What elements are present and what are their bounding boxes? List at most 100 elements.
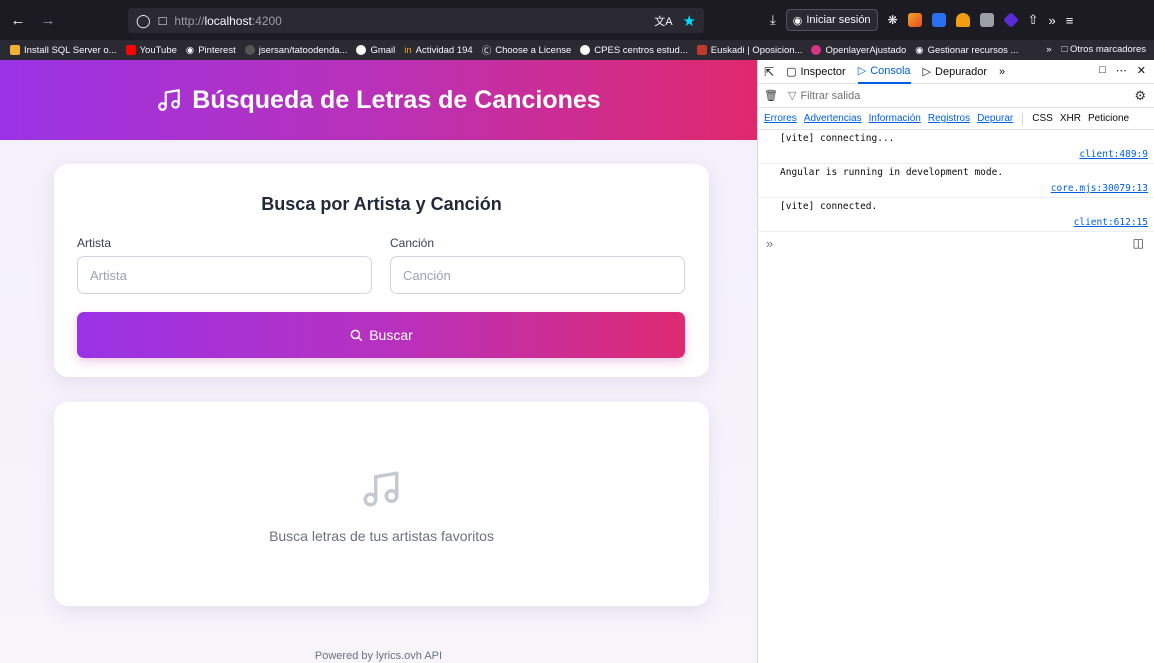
- extension-icon[interactable]: ❋: [888, 13, 898, 27]
- console-filter-bar: 🗑 ▽ Filtrar salida ⚙: [758, 84, 1154, 108]
- bookmark-star-icon[interactable]: ★: [683, 12, 696, 30]
- bookmarks-bar: Install SQL Server o... YouTube ◉ Pintere…: [0, 40, 1154, 60]
- music-note-icon: [363, 471, 399, 507]
- search-button[interactable]: Buscar: [77, 312, 685, 358]
- log-message: Angular is running in development mode.: [780, 167, 1004, 178]
- filter-info[interactable]: Información: [869, 113, 921, 124]
- search-card: Busca por Artista y Canción Artista Canc…: [54, 164, 709, 377]
- extension-grid-icon[interactable]: [979, 13, 994, 27]
- search-button-label: Buscar: [369, 327, 413, 343]
- youtube-icon: [125, 45, 136, 55]
- filter-icon: ▽: [787, 90, 797, 102]
- filter-logs[interactable]: Registros: [928, 113, 970, 124]
- split-console-icon[interactable]: ◫: [1133, 236, 1144, 250]
- more-options-icon[interactable]: ⋯: [1116, 64, 1127, 77]
- browser-toolbar: ← → ◯ □ http://localhost:4200 文A ★ ⤓ ◉ In…: [0, 0, 1154, 40]
- bookmark-gestionar[interactable]: ◉ Gestionar recursos ...: [915, 45, 1018, 56]
- share-icon[interactable]: ⇧: [1028, 12, 1039, 28]
- log-source-link[interactable]: core.mjs:30079:13: [1051, 183, 1148, 194]
- footer: Powered by lyrics.ovh API: [314, 650, 443, 662]
- gear-icon[interactable]: ⚙: [1134, 88, 1146, 104]
- bookmark-cpes[interactable]: CPES centros estud...: [580, 45, 688, 56]
- page-icon: □: [158, 13, 167, 28]
- debugger-icon: ▷: [922, 66, 932, 78]
- devtools-panel: ⇱ ▢ Inspector ▷ Consola ▷ Depurador » □ ⋯ ✕…: [757, 60, 1154, 663]
- filter-requests[interactable]: Peticione: [1088, 113, 1129, 124]
- filter-warnings[interactable]: Advertencias: [804, 113, 862, 124]
- empty-state-card: Busca letras de tus artistas favoritos: [54, 402, 709, 606]
- app-page: Búsqueda de Letras de Canciones Busca po…: [0, 60, 757, 663]
- euskadi-icon: [696, 45, 707, 55]
- signin-button[interactable]: ◉ Iniciar sesión: [785, 9, 878, 31]
- bookmark-gmail[interactable]: Gmail: [356, 45, 395, 56]
- google-icon: [580, 45, 591, 55]
- log-source-link[interactable]: client:612:15: [1074, 217, 1148, 228]
- log-message: [vite] connecting...: [780, 133, 895, 144]
- url-bar[interactable]: ◯ □ http://localhost:4200 文A ★: [128, 8, 704, 33]
- divider: [1022, 112, 1024, 125]
- tab-debugger[interactable]: ▷ Depurador: [923, 60, 987, 84]
- bookmark-pinterest[interactable]: ◉ Pinterest: [186, 45, 236, 56]
- extension-blue-icon[interactable]: [931, 13, 946, 27]
- element-picker-icon[interactable]: ⇱: [764, 65, 774, 79]
- app-header: Búsqueda de Letras de Canciones: [0, 60, 757, 140]
- menu-icon[interactable]: ≡: [1066, 13, 1074, 28]
- filter-debug[interactable]: Depurar: [977, 113, 1013, 124]
- shield-icon[interactable]: ◯: [136, 13, 151, 29]
- bookmark-openlayer[interactable]: OpenlayerAjustado: [811, 45, 906, 56]
- filter-input[interactable]: Filtrar salida: [800, 90, 860, 102]
- bookmark-sqlserver[interactable]: Install SQL Server o...: [10, 45, 117, 56]
- cc-icon: Ⓒ: [481, 46, 492, 57]
- bookmark-license[interactable]: Ⓒ Choose a License: [481, 43, 572, 58]
- forward-icon[interactable]: →: [36, 8, 60, 32]
- filter-errors[interactable]: Errores: [764, 113, 797, 124]
- back-icon[interactable]: ←: [6, 8, 30, 32]
- song-input[interactable]: [390, 256, 685, 294]
- artist-label: Artista: [77, 236, 112, 250]
- sqlserver-icon: [10, 45, 20, 55]
- bookmarks-overflow-icon[interactable]: »: [1046, 44, 1051, 55]
- search-card-title: Busca por Artista y Canción: [261, 194, 502, 214]
- log-message: [vite] connected.: [780, 201, 878, 212]
- account-icon: ◉: [792, 14, 803, 27]
- folder-icon: □: [1061, 44, 1068, 55]
- inspector-icon: ▢: [786, 66, 797, 78]
- app-title: Búsqueda de Letras de Canciones: [192, 85, 601, 114]
- devtools-tabs: ⇱ ▢ Inspector ▷ Consola ▷ Depurador » □ ⋯ ✕: [758, 60, 1154, 84]
- search-icon: [350, 329, 363, 341]
- bookmark-actividad[interactable]: in Actividad 194: [404, 45, 472, 56]
- extension-chess-icon[interactable]: [955, 13, 970, 27]
- close-devtools-icon[interactable]: ✕: [1137, 64, 1146, 77]
- overflow-icon[interactable]: »: [1049, 13, 1056, 28]
- console-log-row: [vite] connected. client:612:15: [758, 198, 1154, 232]
- empty-state-text: Busca letras de tus artistas favoritos: [269, 528, 494, 544]
- translate-icon[interactable]: 文A: [654, 13, 672, 29]
- filter-xhr[interactable]: XHR: [1060, 113, 1081, 124]
- log-source-link[interactable]: client:489:9: [1079, 149, 1148, 160]
- google-icon: [356, 45, 367, 55]
- extension-ruler-icon[interactable]: [907, 13, 922, 27]
- url-text[interactable]: http://localhost:4200: [174, 14, 281, 28]
- openlayer-icon: [811, 45, 822, 55]
- github-icon: [244, 45, 255, 55]
- tab-inspector[interactable]: ▢ Inspector: [786, 60, 846, 84]
- filter-css[interactable]: CSS: [1032, 113, 1053, 124]
- dock-icon[interactable]: □: [1099, 64, 1106, 77]
- music-note-icon: [158, 89, 181, 111]
- bookmark-euskadi[interactable]: Euskadi | Oposicion...: [696, 45, 802, 56]
- other-bookmarks[interactable]: □ Otros marcadores: [1062, 44, 1146, 55]
- console-input[interactable]: » ◫: [758, 232, 1154, 254]
- trash-icon[interactable]: 🗑: [764, 89, 778, 102]
- artist-input[interactable]: [77, 256, 372, 294]
- console-log-row: Angular is running in development mode. …: [758, 164, 1154, 198]
- activity-icon: in: [404, 44, 412, 56]
- bookmark-youtube[interactable]: YouTube: [125, 45, 177, 56]
- console-log-row: [vite] connecting... client:489:9: [758, 130, 1154, 164]
- downloads-icon[interactable]: ⤓: [770, 12, 776, 28]
- signin-label: Iniciar sesión: [806, 14, 871, 26]
- tab-console[interactable]: ▷ Consola: [857, 60, 911, 84]
- log-level-filters: Errores Advertencias Información Registr…: [758, 108, 1154, 130]
- bookmark-github[interactable]: jsersan/tatoodenda...: [244, 45, 347, 56]
- extension-diamond-icon[interactable]: [1002, 12, 1019, 28]
- tabs-overflow-icon[interactable]: »: [999, 66, 1005, 78]
